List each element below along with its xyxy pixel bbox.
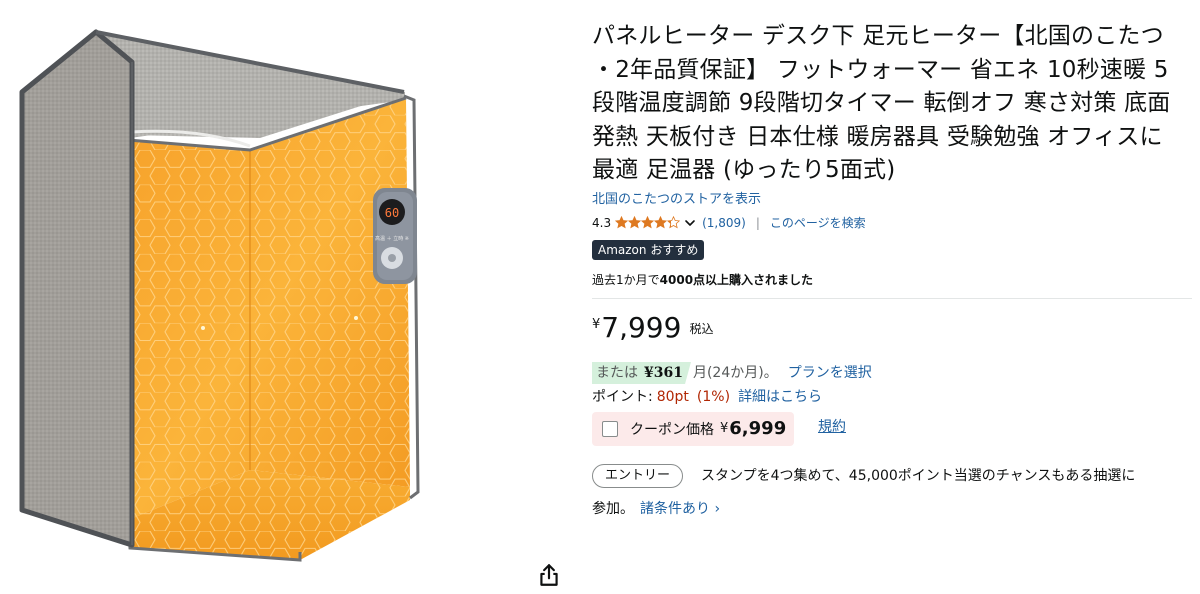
rating-value: 4.3 <box>592 215 612 230</box>
coupon-checkbox[interactable] <box>602 420 618 437</box>
entry-text: スタンプを4つ集めて、45,000ポイント当選のチャンスもある抽選に <box>701 467 1136 484</box>
product-image[interactable]: 60 高温 ＋ 立時 ※ <box>0 0 580 594</box>
price-tax-label: 税込 <box>689 321 714 336</box>
rating-divider: | <box>755 215 760 230</box>
coupon-label: クーポン価格 <box>630 421 714 438</box>
points-row: ポイント: 80pt (1%) 詳細はこちら <box>592 386 1192 408</box>
price-currency-symbol: ¥ <box>592 316 601 332</box>
entry-row: エントリー スタンプを4つ集めて、45,000ポイント当選のチャンスもある抽選に <box>592 463 1192 488</box>
coupon-terms-link[interactable]: 規約 <box>818 416 846 436</box>
coupon-price: 6,999 <box>729 418 787 440</box>
purchase-info-emphasis: 4000点以上購入されました <box>659 272 814 287</box>
purchase-info-prefix: 過去1か月で <box>592 272 660 287</box>
price-value: 7,999 <box>601 310 682 344</box>
installment-badge: または ¥361 <box>592 361 691 384</box>
product-details: パネルヒーター デスク下 足元ヒーター【北国のこたつ ・2年品質保証】 フットウ… <box>592 20 1192 520</box>
amazon-recommend-badge: Amazon おすすめ <box>592 239 705 260</box>
coupon-row: クーポン価格 ¥ 6,999 規約 <box>592 408 1192 446</box>
points-percent: (1%) <box>696 388 731 405</box>
coupon-box[interactable]: クーポン価格 ¥ 6,999 <box>592 411 795 446</box>
search-page-link[interactable]: このページを検索 <box>770 214 866 232</box>
star-rating[interactable] <box>615 216 681 229</box>
installment-amount: ¥361 <box>644 364 683 381</box>
star-icon <box>641 216 655 229</box>
star-icon <box>654 216 668 229</box>
purchase-info: 過去1か月で4000点以上購入されました <box>592 271 1192 289</box>
entry-text-continuation: 参加。 <box>592 500 634 517</box>
installment-term: 月(24か月)。 <box>692 364 778 381</box>
star-icon <box>628 216 642 229</box>
section-divider <box>592 297 1192 299</box>
share-icon[interactable] <box>536 562 562 588</box>
select-plan-link[interactable]: プランを選択 <box>788 362 872 384</box>
coupon-currency-symbol: ¥ <box>720 421 729 437</box>
review-count-link[interactable]: (1,809) <box>702 214 746 232</box>
price-row: ¥ 7,999 税込 <box>592 310 1192 344</box>
conditions-link[interactable]: 諸条件あり › <box>640 501 720 517</box>
installment-prefix: または <box>596 364 638 381</box>
installment-row: または ¥361 月(24か月)。 プランを選択 <box>592 361 1192 384</box>
heater-display-text: 60 <box>385 206 399 220</box>
star-icon <box>615 216 629 229</box>
chevron-down-icon[interactable] <box>684 217 696 229</box>
star-icon <box>667 216 681 229</box>
rating-row: 4.3 (1,809) | このページを検索 <box>592 214 1192 232</box>
points-label: ポイント: <box>592 388 653 405</box>
entry-text-line2: 参加。 諸条件あり › <box>592 498 1192 520</box>
heater-label-text: 高温 ＋ 立時 ※ <box>375 235 409 242</box>
entry-button[interactable]: エントリー <box>592 463 684 488</box>
product-image-area: 60 高温 ＋ 立時 ※ <box>0 0 580 594</box>
points-details-link[interactable]: 詳細はこちら <box>738 386 822 408</box>
store-link[interactable]: 北国のこたつのストアを表示 <box>592 191 1192 209</box>
product-title: パネルヒーター デスク下 足元ヒーター【北国のこたつ ・2年品質保証】 フットウ… <box>592 23 1171 184</box>
points-value: 80pt <box>656 388 689 405</box>
